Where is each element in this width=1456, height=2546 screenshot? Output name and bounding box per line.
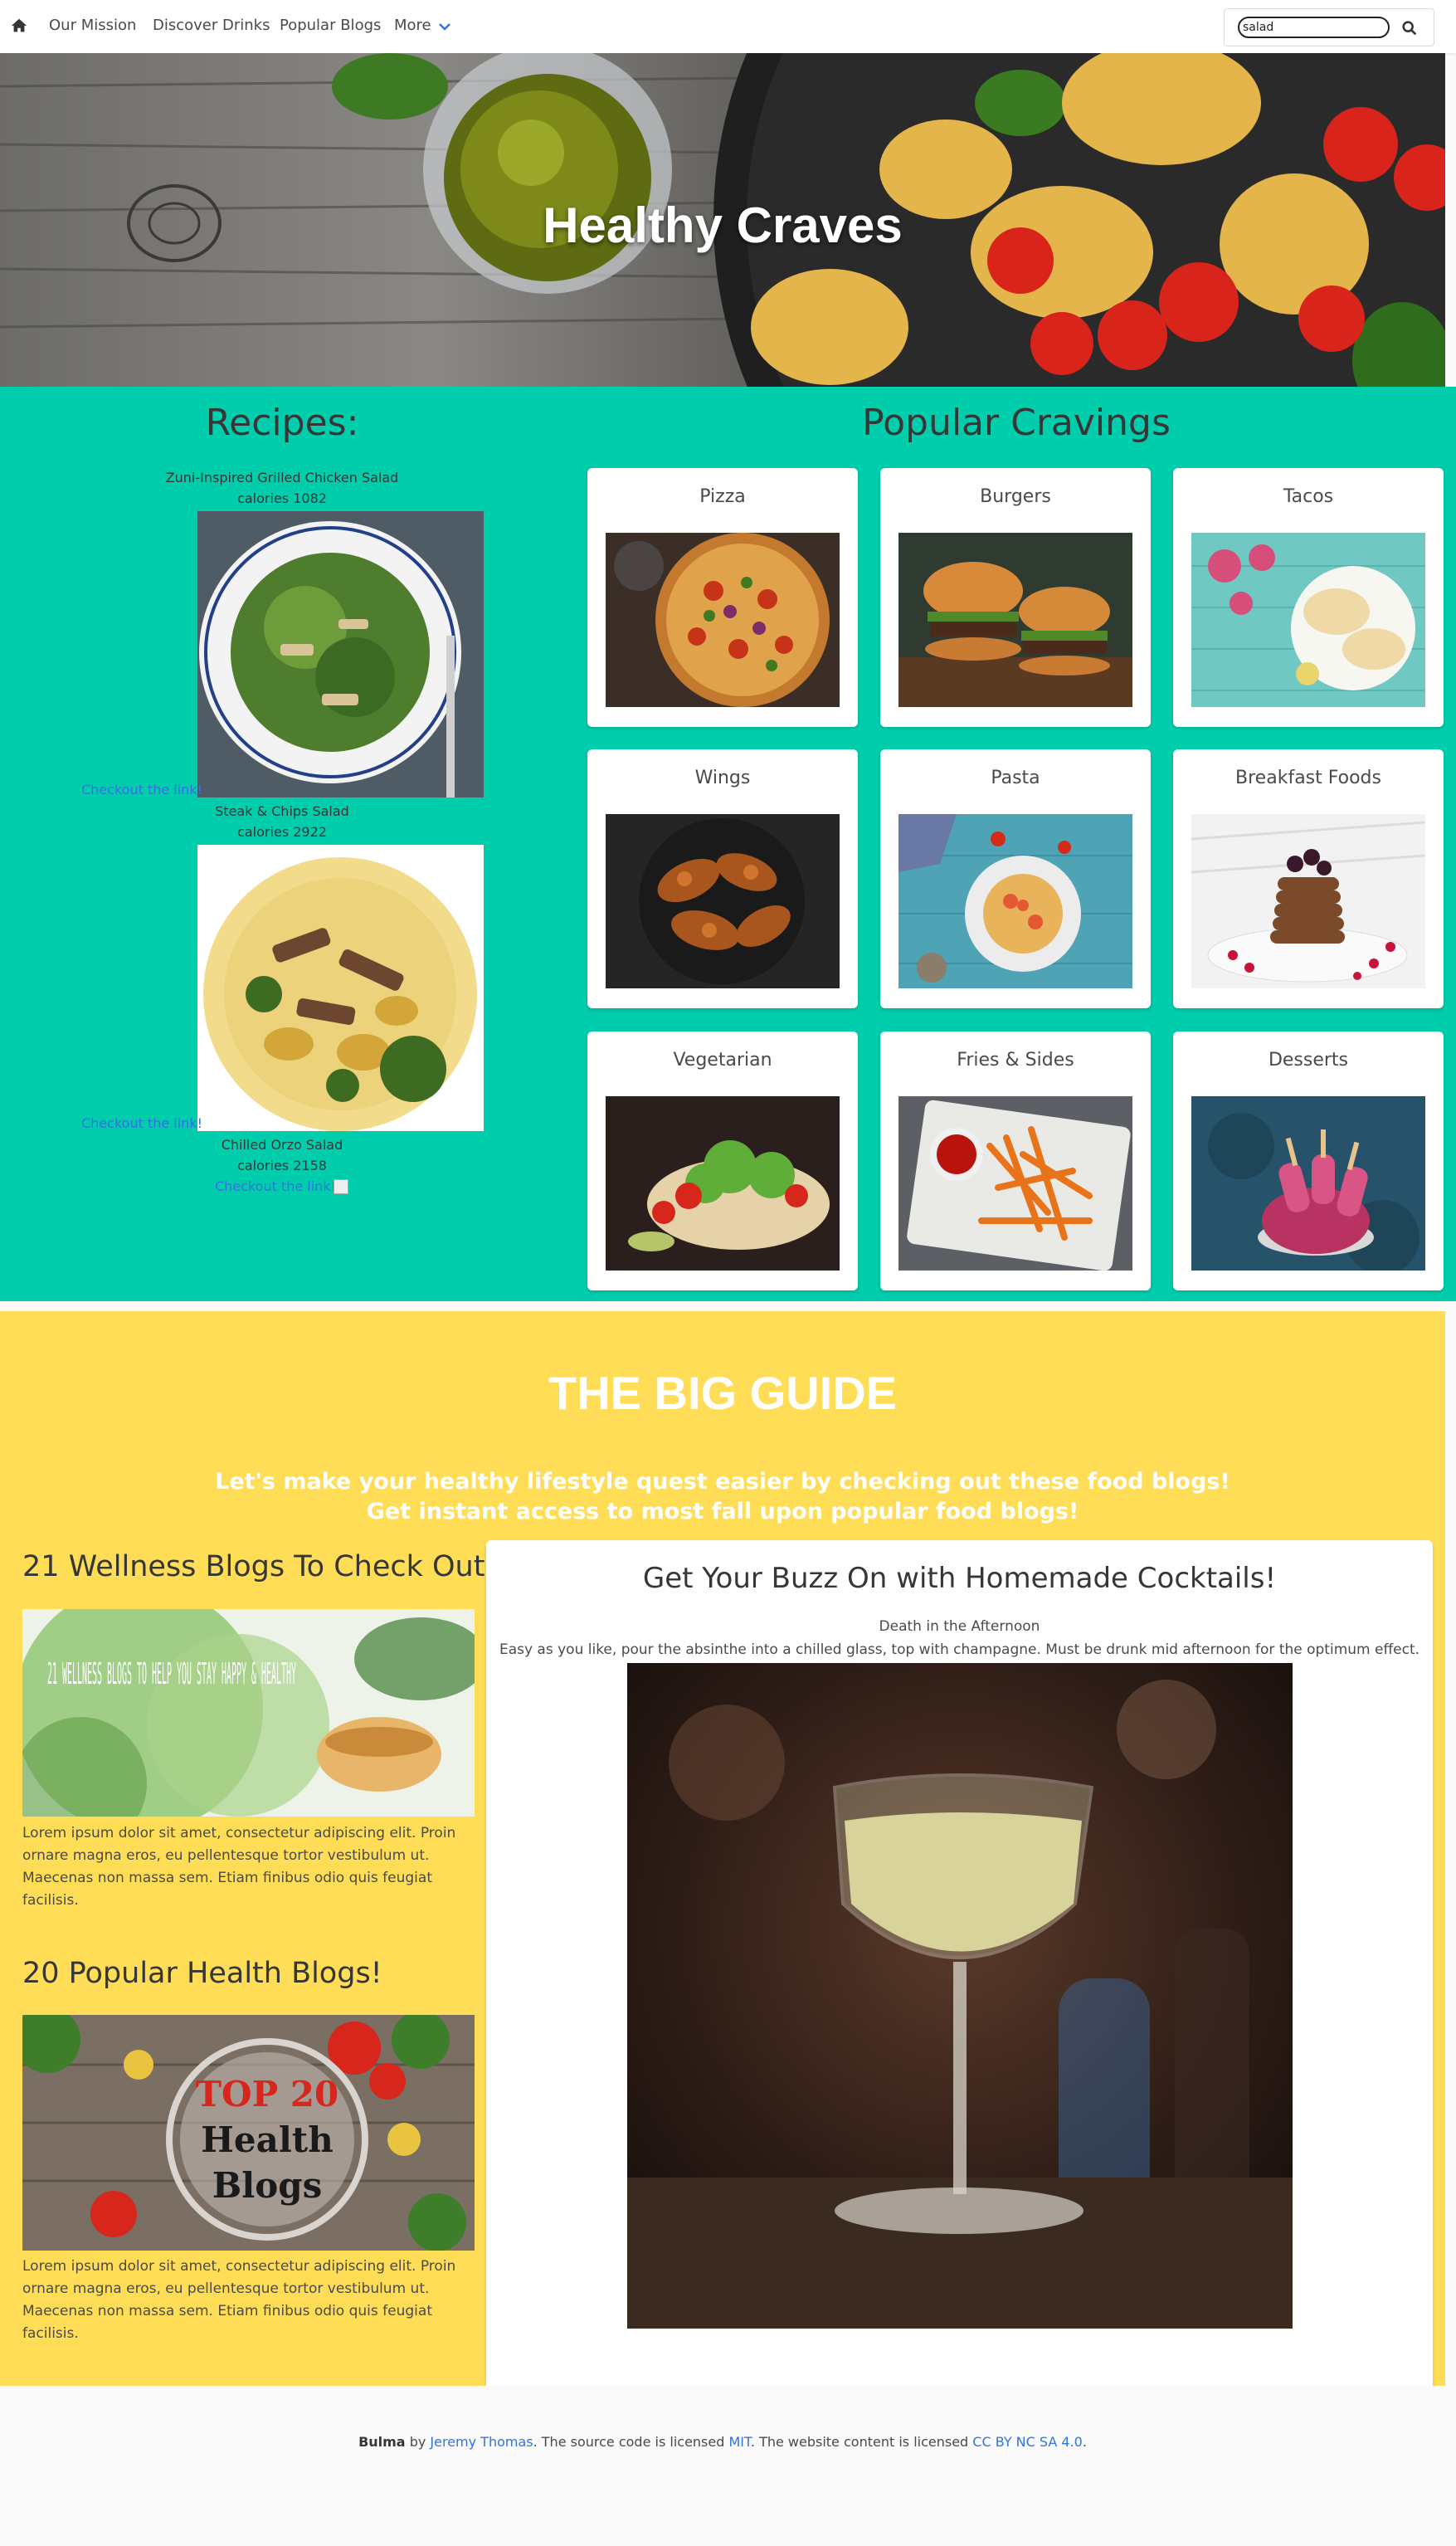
card-title: Desserts (1268, 1050, 1349, 1071)
footer-text-part: . The source code is licensed (533, 2434, 729, 2450)
search-box (1224, 8, 1434, 46)
cocktail-description: Easy as you like, pour the absinthe into… (499, 1641, 1420, 1658)
card-title: Fries & Sides (957, 1050, 1074, 1071)
recipes-cravings-section: Recipes: Zuni-Inspired Grilled Chicken S… (0, 387, 1456, 1301)
recipe-calories: calories 2158 (237, 1158, 327, 1173)
tacos-image (1191, 533, 1425, 707)
recipe-name: Zuni-Inspired Grilled Chicken Salad (165, 470, 399, 485)
recipe-image-steak-salad (197, 845, 484, 1131)
footer-text-part: by (405, 2434, 431, 2450)
card-title: Vegetarian (673, 1050, 772, 1071)
hero-banner: Healthy Craves (0, 53, 1445, 387)
burgers-image (898, 533, 1132, 707)
pizza-image (606, 533, 840, 707)
card-title: Tacos (1283, 486, 1334, 507)
recipe-link[interactable]: Checkout the link! (81, 782, 202, 797)
card-title: Pasta (991, 768, 1040, 788)
health-image-text: Blogs (212, 2165, 322, 2206)
nav-more[interactable]: More (394, 17, 431, 34)
vegetarian-image (606, 1096, 840, 1271)
wellness-blogs-image: 21 WELLNESS BLOGS TO HELP YOU STAY HAPPY… (22, 1609, 475, 1817)
blog-title[interactable]: 20 Popular Health Blogs! (22, 1957, 382, 1990)
card-title: Breakfast Foods (1235, 768, 1381, 788)
pasta-image (898, 814, 1132, 988)
craving-card-breakfast-foods[interactable]: Breakfast Foods (1173, 749, 1444, 1008)
nav-our-mission[interactable]: Our Mission (49, 17, 136, 34)
recipe-name: Steak & Chips Salad (215, 803, 349, 819)
cocktail-title[interactable]: Get Your Buzz On with Homemade Cocktails… (486, 1562, 1433, 1595)
card-title: Burgers (980, 486, 1051, 507)
navbar: Our Mission Discover Drinks Popular Blog… (0, 0, 1456, 53)
craving-card-desserts[interactable]: Desserts (1173, 1032, 1444, 1290)
desserts-image (1191, 1096, 1425, 1271)
recipes-heading: Recipes: (205, 402, 359, 444)
health-blogs-image: TOP 20 Health Blogs (22, 2015, 475, 2251)
recipe-name: Chilled Orzo Salad (221, 1137, 343, 1153)
card-title: Pizza (699, 486, 746, 507)
home-icon[interactable] (10, 17, 28, 35)
craving-card-tacos[interactable]: Tacos (1173, 468, 1444, 727)
recipe-image-chicken-salad (197, 511, 484, 797)
guide-subtitle: Get instant access to most fall upon pop… (366, 1499, 1079, 1524)
guide-title: THE BIG GUIDE (548, 1367, 898, 1419)
footer-mit-link[interactable]: MIT (728, 2434, 750, 2450)
cocktail-name: Death in the Afternoon (879, 1618, 1040, 1635)
craving-card-pizza[interactable]: Pizza (587, 468, 858, 727)
card-title: Wings (694, 768, 751, 788)
footer: Bulma by Jeremy Thomas. The source code … (0, 2386, 1445, 2546)
footer-author-link[interactable]: Jeremy Thomas (430, 2434, 533, 2450)
blog-text: Lorem ipsum dolor sit amet, consectetur … (22, 2258, 456, 2342)
craving-card-wings[interactable]: Wings (587, 749, 858, 1008)
health-image-text: Health (201, 2119, 334, 2160)
wellness-image-text: 21 WELLNESS BLOGS TO HELP YOU STAY HAPPY… (47, 1657, 296, 1691)
blog-text: Lorem ipsum dolor sit amet, consectetur … (22, 1825, 456, 1909)
nav-discover-drinks[interactable]: Discover Drinks (153, 17, 270, 34)
big-guide-section: THE BIG GUIDE Let's make your healthy li… (0, 1311, 1445, 2546)
chevron-down-icon[interactable] (438, 20, 451, 33)
footer-brand: Bulma (358, 2434, 406, 2450)
craving-card-fries-sides[interactable]: Fries & Sides (880, 1032, 1151, 1290)
recipe-link[interactable]: Checkout the link! (215, 1178, 336, 1194)
nav-popular-blogs[interactable]: Popular Blogs (280, 17, 381, 34)
craving-card-burgers[interactable]: Burgers (880, 468, 1151, 727)
broken-image-icon (334, 1179, 348, 1194)
recipe-calories: calories 2922 (237, 824, 327, 840)
craving-card-vegetarian[interactable]: Vegetarian (587, 1032, 858, 1290)
footer-text-part: . (1082, 2434, 1087, 2450)
hero-title: Healthy Craves (543, 198, 903, 253)
health-image-text: TOP 20 (196, 2074, 339, 2114)
recipe-link[interactable]: Checkout the link! (81, 1115, 202, 1131)
craving-card-pasta[interactable]: Pasta (880, 749, 1151, 1008)
wings-image (606, 814, 840, 988)
cocktail-image (627, 1663, 1293, 2329)
cravings-heading: Popular Cravings (862, 402, 1171, 444)
fries-image (898, 1096, 1132, 1271)
breakfast-image (1191, 814, 1425, 988)
footer-cc-link[interactable]: CC BY NC SA 4.0 (972, 2434, 1083, 2450)
footer-text-part: . The website content is licensed (750, 2434, 973, 2450)
blog-title[interactable]: 21 Wellness Blogs To Check Out! (22, 1550, 496, 1583)
footer-text: Bulma by Jeremy Thomas. The source code … (0, 2434, 1445, 2450)
search-input[interactable] (1238, 17, 1390, 38)
guide-subtitle: Let's make your healthy lifestyle quest … (215, 1469, 1230, 1495)
search-icon[interactable] (1400, 19, 1419, 37)
recipe-calories: calories 1082 (237, 490, 327, 506)
